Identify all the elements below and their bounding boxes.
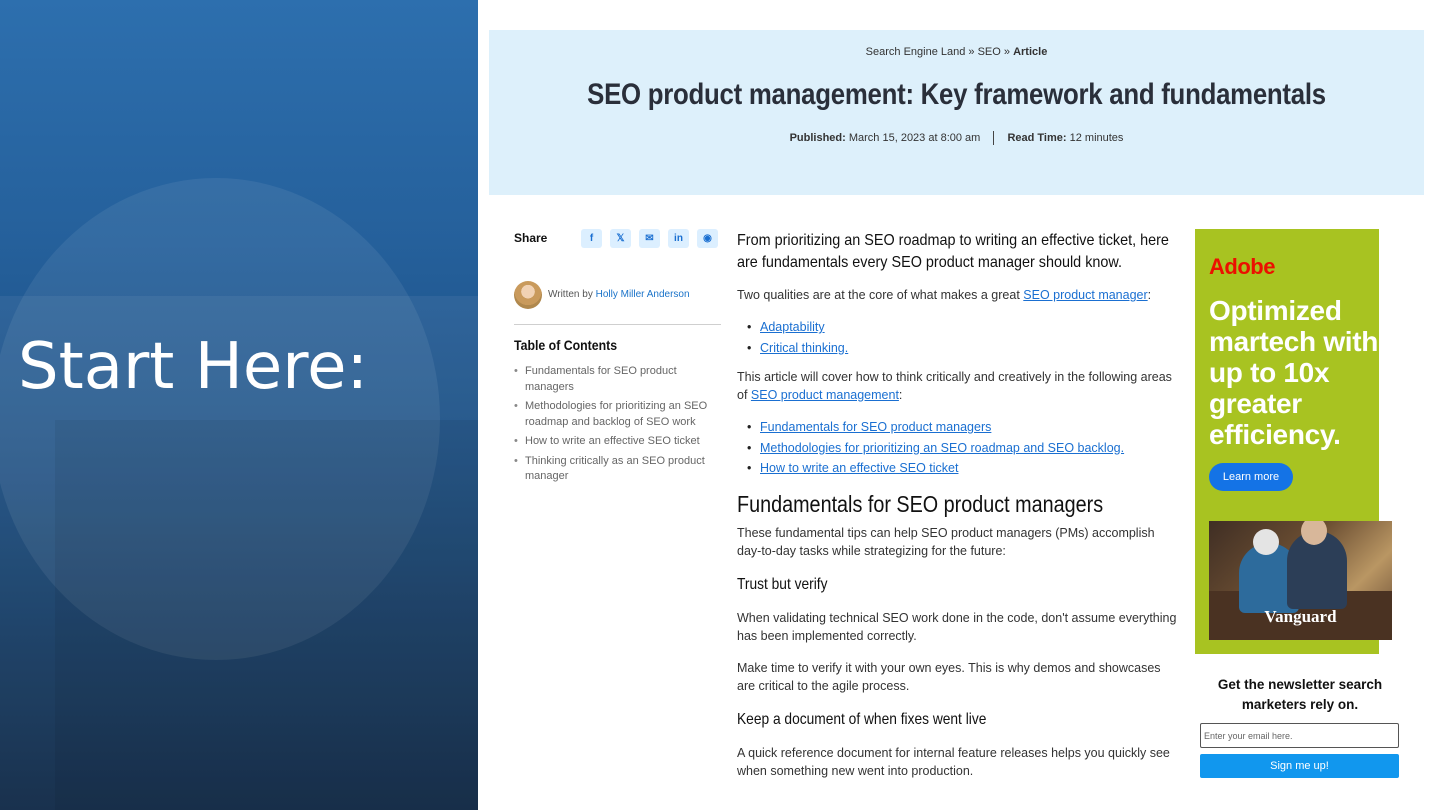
- avatar: [514, 281, 542, 309]
- author-text: Written by Holly Miller Anderson: [548, 289, 690, 300]
- slide-panel: Start Here:: [0, 0, 478, 810]
- subsection-heading: Trust but verify: [737, 576, 828, 593]
- link-area[interactable]: Methodologies for prioritizing an SEO ro…: [760, 441, 1124, 455]
- toc-item[interactable]: Fundamentals for SEO product managers: [514, 364, 714, 395]
- meta-divider: [993, 131, 995, 145]
- paragraph: Make time to verify it with your own eye…: [737, 661, 1161, 693]
- toc-item[interactable]: Thinking critically as an SEO product ma…: [514, 454, 714, 485]
- sidebar-divider: [514, 324, 721, 325]
- author-link[interactable]: Holly Miller Anderson: [596, 289, 690, 300]
- readtime-value: 12 minutes: [1069, 131, 1124, 144]
- list-item: Adaptability: [737, 317, 1177, 338]
- ad-headline: Optimized martech with up to 10x greater…: [1209, 295, 1379, 450]
- list-item: How to write an effective SEO ticket: [737, 458, 1177, 479]
- linkedin-icon: in: [674, 233, 683, 244]
- paragraph: A quick reference document for internal …: [737, 746, 1170, 778]
- toc-list: Fundamentals for SEO product managers Me…: [514, 364, 714, 489]
- share-x-button[interactable]: 𝕏: [610, 229, 631, 248]
- newsletter-title: Get the newsletter search marketers rely…: [1217, 677, 1383, 712]
- author-prefix: Written by: [548, 289, 593, 300]
- x-icon: 𝕏: [616, 233, 625, 244]
- ad-photo-logo: Vanguard: [1264, 607, 1337, 626]
- paragraph: This article will cover how to think cri…: [737, 369, 1182, 404]
- photo-person-head: [1253, 529, 1279, 555]
- readtime-label: Read Time:: [1007, 131, 1067, 144]
- published-label: Published:: [789, 131, 846, 144]
- link-area[interactable]: How to write an effective SEO ticket: [760, 461, 958, 475]
- article-screenshot: Search Engine Land » SEO » Article SEO p…: [478, 0, 1440, 810]
- toc-item[interactable]: How to write an effective SEO ticket: [514, 434, 714, 450]
- share-email-button[interactable]: ✉: [639, 229, 660, 248]
- link-critical-thinking[interactable]: Critical thinking.: [760, 341, 848, 355]
- breadcrumb-sep: »: [968, 46, 975, 58]
- paragraph: These fundamental tips can help SEO prod…: [737, 526, 1155, 558]
- article-meta: Published: March 15, 2023 at 8:00 am Rea…: [489, 131, 1424, 145]
- paragraph: When validating technical SEO work done …: [737, 611, 1177, 643]
- list-item: Critical thinking.: [737, 338, 1177, 359]
- share-label: Share: [514, 231, 548, 245]
- decorative-rect-inner: [55, 420, 478, 810]
- paragraph: Two qualities are at the core of what ma…: [737, 287, 1182, 305]
- share-facebook-button[interactable]: f: [581, 229, 602, 248]
- link-seo-product-management[interactable]: SEO product management: [751, 388, 899, 402]
- section-heading: Fundamentals for SEO product managers: [737, 491, 1104, 517]
- page-title: SEO product management: Key framework an…: [587, 78, 1326, 111]
- areas-list: Fundamentals for SEO product managers Me…: [737, 417, 1177, 479]
- advertisement[interactable]: Adobe Optimized martech with up to 10x g…: [1195, 229, 1392, 654]
- list-item: Methodologies for prioritizing an SEO ro…: [737, 438, 1177, 459]
- breadcrumb-sep: »: [1003, 46, 1011, 58]
- subsection-heading: Keep a document of when fixes went live: [737, 711, 987, 728]
- email-icon: ✉: [645, 233, 654, 244]
- link-adaptability[interactable]: Adaptability: [760, 320, 825, 334]
- published-date: March 15, 2023 at 8:00 am: [848, 131, 981, 144]
- newsletter-signup-button[interactable]: Sign me up!: [1200, 754, 1399, 778]
- breadcrumb-site[interactable]: Search Engine Land: [866, 46, 966, 58]
- breadcrumb: Search Engine Land » SEO » Article: [489, 46, 1424, 58]
- toc-title: Table of Contents: [514, 337, 618, 353]
- breadcrumb-section[interactable]: SEO: [978, 46, 1001, 58]
- paragraph-text: :: [898, 387, 903, 402]
- list-item: Fundamentals for SEO product managers: [737, 417, 1177, 438]
- ad-learn-more-button[interactable]: Learn more: [1209, 463, 1293, 491]
- facebook-icon: f: [589, 233, 594, 244]
- share-reddit-button[interactable]: ◉: [697, 229, 718, 248]
- qualities-list: Adaptability Critical thinking.: [737, 317, 1177, 358]
- paragraph-text: Two qualities are at the core of what ma…: [737, 288, 1020, 302]
- slide-title: Start Here:: [18, 330, 369, 404]
- breadcrumb-current: Article: [1013, 46, 1048, 58]
- ad-brand-logo: Adobe: [1209, 254, 1275, 279]
- link-seo-product-manager[interactable]: SEO product manager: [1023, 288, 1147, 302]
- share-linkedin-button[interactable]: in: [668, 229, 689, 248]
- article-header: Search Engine Land » SEO » Article SEO p…: [489, 30, 1424, 195]
- paragraph-text: :: [1147, 288, 1152, 302]
- ad-photo: Vanguard: [1209, 521, 1392, 640]
- link-area[interactable]: Fundamentals for SEO product managers: [760, 420, 991, 434]
- newsletter-email-input[interactable]: [1200, 723, 1399, 748]
- article-lead: From prioritizing an SEO roadmap to writ…: [737, 232, 1169, 271]
- toc-item[interactable]: Methodologies for prioritizing an SEO ro…: [514, 399, 714, 430]
- reddit-icon: ◉: [703, 233, 712, 244]
